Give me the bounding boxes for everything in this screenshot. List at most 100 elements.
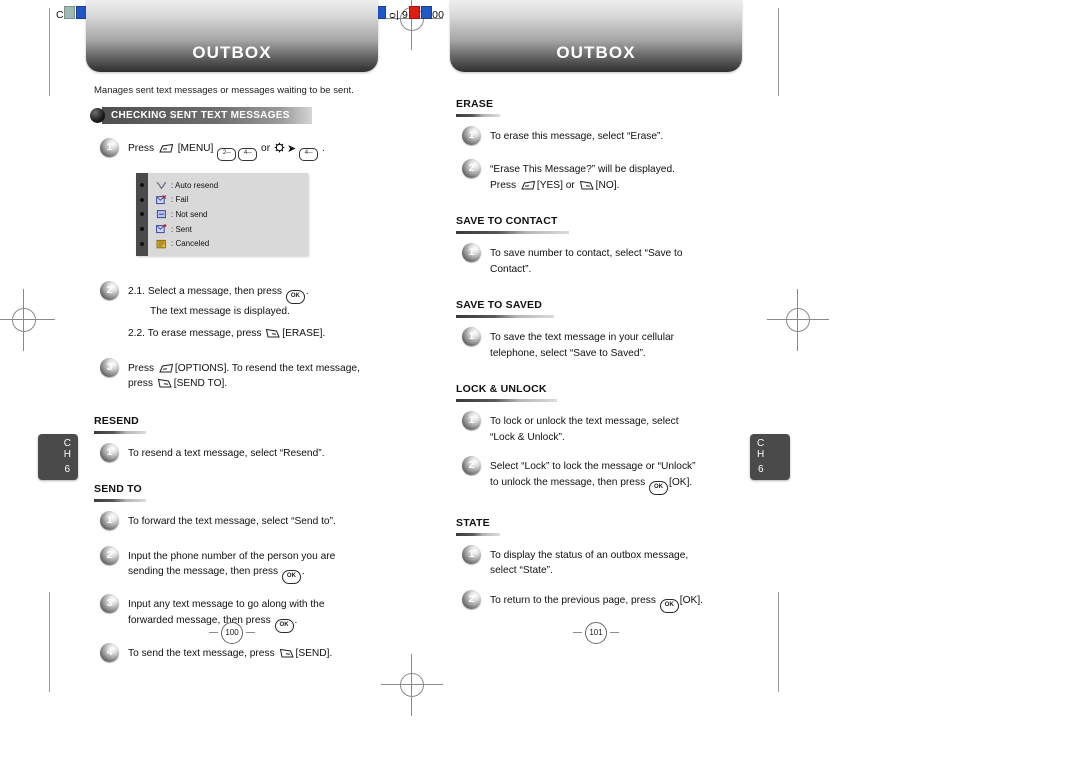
subsection-heading: ERASE [456,98,494,110]
keypad-4-icon: 4— [238,148,258,161]
step-item: 1 Press [MENU] 2— 4— or ➤ 4— . [100,138,400,161]
step-text: Select “Lock” to lock the message or “Un… [490,457,696,495]
ok-key-icon: OK [274,618,294,633]
soft-key-right-icon [279,648,295,659]
step-text: To return to the previous page, press OK… [490,591,703,613]
page-number-value: 101 [585,622,607,644]
legend-bullet-rail [136,173,148,256]
legend-label: : Fail [171,195,189,205]
chapter-tab-label: C H [757,438,765,460]
step-text-or: or [258,143,273,154]
legend-label: : Auto resend [171,180,219,190]
step-text: To send the text message, press [SEND]. [128,644,332,662]
legend-row: : Sent [154,222,302,237]
heading-rule [456,114,500,117]
soft-key-right-icon [157,378,173,389]
chapter-tab-number: 6 [64,464,70,475]
subsection-save-to-contact: SAVE TO CONTACT [456,211,569,234]
step-item: 1 To save the text message in your cellu… [462,327,810,361]
step-number-badge: 1 [462,327,481,346]
lock-step1-line1: To lock or unlock the text message, sele… [490,416,679,427]
nav-pad-icon [274,142,285,153]
step-item: 1 To display the status of an outbox mes… [462,544,810,579]
step-text: To save number to contact, select “Save … [490,244,683,277]
step-number-badge: 1 [462,544,481,564]
step-number-badge: 1 [100,138,119,157]
soft-key-left-icon [158,363,174,374]
soft-key-right-icon [265,328,281,339]
step-item: 2 2.1. Select a message, then press OK. … [100,280,400,342]
lock-step2-line2a: to unlock the message, then press [490,476,646,488]
canceled-message-icon [154,239,169,249]
step-number-badge: 3 [100,594,119,614]
page-number-tick-left [573,632,582,633]
step2-line1a: 2.1. Select a message, then press [128,285,283,297]
legend-rail-dot [140,212,144,217]
page-banner-left: OUTBOX [86,0,378,72]
soft-key-left-icon [158,143,174,154]
page-number-value: 100 [221,622,243,644]
step-text-menu: [MENU] [174,143,217,154]
step-text: To save the text message in your cellula… [490,328,674,361]
heading-rule [94,430,146,434]
sendto-step3-line2b: . [294,614,298,626]
step-number-badge: 1 [100,510,119,530]
step-number-badge: 1 [462,126,481,145]
banner-title-left: OUTBOX [192,43,272,62]
heading-rule [94,498,146,502]
soft-key-right-icon [579,180,595,191]
stc-line1: To save number to contact, select “Save … [490,248,683,259]
sent-message-icon [154,224,169,234]
subsection-heading: LOCK & UNLOCK [456,383,547,395]
page-banner-right: OUTBOX [450,0,742,72]
step3-line1b: [OPTIONS]. To resend the text message, [174,362,360,374]
sendto-step2-line1: Input the phone number of the person you… [128,550,336,562]
step-text: 2.1. Select a message, then press OK. Th… [128,282,325,342]
subsection-heading: STATE [456,516,490,529]
step-text: Input the phone number of the person you… [128,547,335,585]
step-text: Press [MENU] 2— 4— or ➤ 4— . [128,139,325,161]
legend-row: : Auto resend [154,178,302,193]
subsection-erase: ERASE [456,94,500,117]
banner-title-right: OUTBOX [556,43,636,62]
step-text: To erase this message, select “Erase”. [490,131,664,142]
heading-rule [456,231,569,234]
erase-step2-line2b: [YES] or [536,179,575,191]
state-step1-line1: To display the status of an outbox messa… [490,549,689,561]
page-number-tick-right [610,632,619,633]
subsection-heading: RESEND [94,414,139,427]
step2-line1b: . [305,285,309,297]
sendto-step2-line2a: sending the message, then press [128,566,279,578]
step-number-badge: 2 [462,589,481,609]
page-number-tick-left [209,632,218,633]
sendto-step3-line1: Input any text message to go along with … [128,599,325,611]
step-number-badge: 2 [100,545,119,565]
sendto-step4-line1b: [SEND]. [295,647,333,659]
erase-step2-line2a: Press [490,179,517,191]
ok-key-icon: OK [285,289,305,304]
ok-key-icon: OK [659,598,679,613]
step2-line3a: 2.2. To erase message, press [128,328,262,340]
sendto-step2-line2b: . [301,566,305,578]
step-item: 3 Press [OPTIONS]. To resend the text me… [100,357,400,392]
state-step1-line2: select “State”. [490,565,553,576]
step-text: To display the status of an outbox messa… [490,546,688,579]
page-number-left: 100 [209,622,255,644]
stc-line2: Contact”. [490,263,532,275]
step-text: To lock or unlock the text message, sele… [490,412,679,445]
section-heading-bar: CHECKING SENT TEXT MESSAGES [90,107,312,124]
step-number-badge: 1 [100,442,119,462]
ok-key-icon: OK [281,570,301,585]
step-text: “Erase This Message?” will be displayed.… [490,160,675,193]
heading-rule [456,532,500,536]
page-number-tick-right [246,632,255,633]
step-item: 2 “Erase This Message?” will be displaye… [462,159,810,193]
keypad-4-icon-2: 4— [299,148,319,161]
not-send-message-icon [154,209,169,219]
step2-line2: The text message is displayed. [150,305,290,317]
legend-label: : Canceled [171,239,210,249]
step-text: Press [OPTIONS]. To resend the text mess… [128,359,360,392]
step-item: 1 To erase this message, select “Erase”. [462,126,810,145]
step-number-badge: 1 [462,243,481,262]
registration-mark-left [0,289,55,351]
